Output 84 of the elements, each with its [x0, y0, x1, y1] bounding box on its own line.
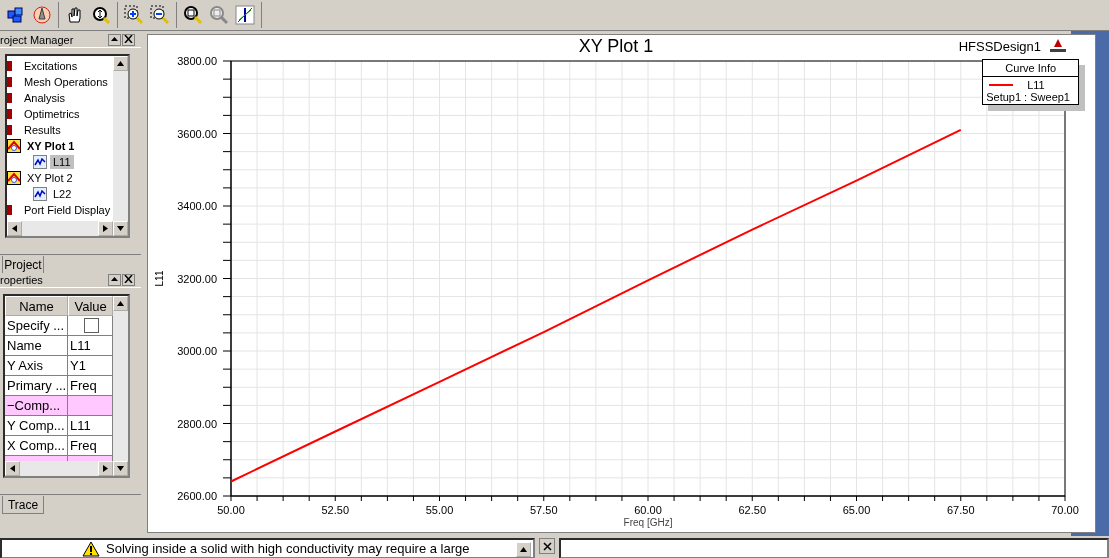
tree-item[interactable]: L11 — [50, 155, 74, 169]
tree-item[interactable]: XY Plot 1 — [24, 139, 78, 153]
tree-item[interactable]: L22 — [50, 187, 75, 201]
x-tick-label: 62.50 — [738, 504, 767, 516]
collapse-button[interactable] — [108, 34, 122, 46]
scroll-up-button[interactable] — [113, 296, 129, 311]
trace-icon — [33, 187, 47, 201]
tree-item[interactable]: Excitations — [21, 59, 81, 73]
x-axis-label: Freq [GHz] — [623, 517, 673, 528]
x-tick-label: 55.00 — [425, 504, 454, 516]
y-axis-label: L11 — [154, 270, 166, 287]
axis-icon[interactable] — [235, 5, 255, 25]
panel-tab[interactable]: Trace — [2, 496, 44, 514]
triangle-icon — [520, 546, 527, 553]
tree-item[interactable]: Mesh Operations — [21, 75, 111, 89]
x-tick-label: 50.00 — [217, 504, 245, 516]
checkbox[interactable] — [84, 318, 99, 333]
x-tick-label: 57.50 — [530, 504, 558, 516]
magnifier-icon[interactable] — [209, 5, 229, 25]
close-icon — [124, 35, 134, 43]
legend-title: Curve Info — [983, 60, 1079, 77]
y-tick-label: 3800.00 — [177, 55, 218, 67]
cubes-icon[interactable] — [6, 5, 26, 25]
scroll-left-button[interactable] — [7, 221, 22, 236]
zoom-out-icon[interactable] — [150, 5, 170, 25]
zoom-in-icon[interactable] — [124, 5, 144, 25]
triangle-icon — [110, 35, 120, 43]
tree-item[interactable]: Optimetrics — [21, 107, 83, 121]
scroll-right-button[interactable] — [98, 461, 114, 476]
triangle-icon — [117, 300, 125, 307]
collapse-button[interactable] — [108, 274, 122, 286]
close-button[interactable] — [122, 34, 136, 46]
scroll-down-button[interactable] — [113, 461, 129, 476]
property-value — [68, 396, 114, 416]
x-tick-label: 65.00 — [842, 504, 871, 516]
chart-title: XY Plot 1 — [578, 36, 654, 56]
property-name: Y Axis — [5, 356, 68, 376]
scroll-up-button[interactable] — [516, 542, 531, 557]
tree-item[interactable]: XY Plot 2 — [24, 171, 76, 185]
tree-item[interactable]: Analysis — [21, 91, 68, 105]
column-header[interactable]: Name — [5, 296, 68, 316]
y-tick-label: 3200.00 — [177, 272, 218, 285]
close-button[interactable] — [539, 538, 555, 554]
zoom-fit-icon[interactable] — [91, 5, 111, 25]
x-tick-label: 60.00 — [634, 504, 662, 516]
y-tick-label: 3600.00 — [177, 127, 218, 140]
zoom-icon[interactable] — [183, 5, 203, 25]
triangle-icon — [9, 465, 16, 472]
close-button[interactable] — [122, 274, 136, 286]
triangle-icon — [110, 275, 120, 283]
x-tick-label: 67.50 — [947, 504, 975, 516]
panel-title: roject Manager — [0, 34, 74, 46]
property-name: Y Comp... — [5, 416, 68, 436]
trace-icon — [33, 155, 47, 169]
tree-item[interactable]: Results — [21, 123, 64, 137]
message-text: Solving inside a solid with high conductivity may require a large — [106, 541, 470, 556]
y-tick-label: 3000.00 — [177, 345, 218, 357]
y-tick-label: 3400.00 — [177, 200, 218, 212]
column-header[interactable]: Value — [68, 296, 114, 316]
logo-icon — [1050, 39, 1067, 52]
design-name: HFSSDesign1 — [958, 39, 1042, 54]
legend-detail: Setup1 : Sweep1 — [986, 91, 1071, 103]
property-name: −Comp... — [5, 396, 68, 416]
y-tick-label: 2800.00 — [177, 417, 218, 430]
scroll-right-button[interactable] — [98, 221, 114, 236]
triangle-icon — [11, 225, 18, 232]
rocket-icon[interactable] — [32, 5, 52, 25]
property-name: Specify ... — [5, 316, 68, 336]
panel-tab[interactable]: Project — [2, 256, 44, 274]
scroll-up-button[interactable] — [113, 56, 129, 71]
triangle-icon — [117, 60, 125, 67]
tree-item[interactable]: Port Field Display — [21, 203, 114, 217]
warning-icon — [82, 540, 100, 557]
y-tick-label: 2600.00 — [177, 490, 218, 502]
folder-icon — [7, 205, 12, 215]
x-tick-label: 52.50 — [321, 504, 350, 516]
x-tick-label: 70.00 — [1051, 504, 1079, 516]
panel-title: roperties — [0, 274, 43, 286]
close-icon — [542, 541, 552, 551]
legend-label: L11 — [1027, 79, 1045, 91]
scroll-left-button[interactable] — [5, 461, 20, 476]
property-name: Name — [5, 336, 68, 356]
scroll-down-button[interactable] — [113, 221, 129, 236]
close-icon — [124, 275, 134, 283]
